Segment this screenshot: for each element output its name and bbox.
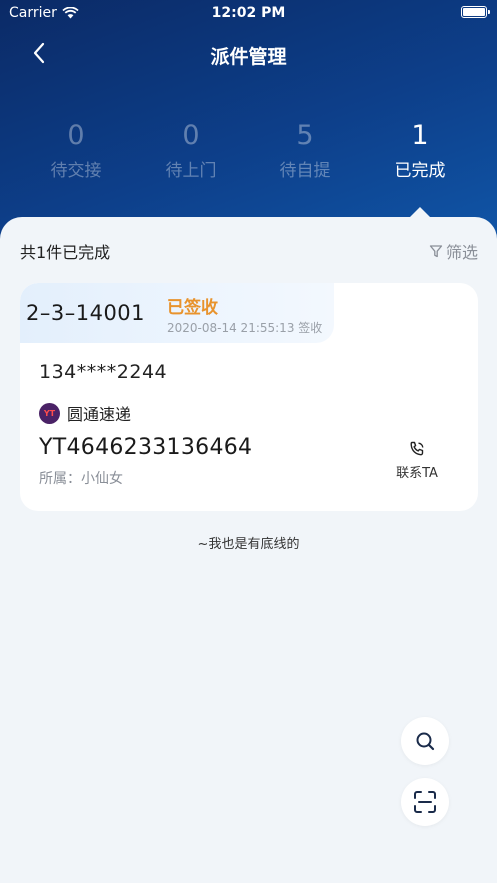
- tab-label: 待自提: [279, 161, 331, 181]
- sign-time: 2020-08-14 21:55:13 签收: [167, 321, 323, 335]
- owner-label: 所属：小仙女: [39, 471, 123, 487]
- filter-label: 筛选: [445, 243, 478, 262]
- tab-label: 已完成: [394, 161, 446, 181]
- search-icon: [416, 732, 435, 751]
- tab-pending-delivery[interactable]: 0 待上门: [136, 118, 246, 181]
- page-title: 派件管理: [210, 46, 287, 68]
- tracking-number: YT4646233136464: [39, 435, 253, 460]
- courier-name: 圆通速递: [67, 405, 132, 424]
- end-of-list-note: ~我也是有底线的: [197, 537, 300, 552]
- tab-pending-pickup[interactable]: 5 待自提: [250, 118, 360, 181]
- scan-button[interactable]: [401, 778, 449, 826]
- search-button[interactable]: [401, 717, 449, 765]
- summary-text: 共1件已完成: [20, 243, 111, 262]
- summary-row: 共1件已完成 筛选: [20, 239, 478, 263]
- tab-count: 0: [182, 120, 200, 151]
- phone-icon: [410, 441, 424, 456]
- contact-label: 联系TA: [396, 466, 438, 481]
- tab-count: 0: [67, 120, 85, 151]
- tab-count: 5: [296, 120, 314, 151]
- tab-label: 待上门: [165, 161, 217, 181]
- status-badge: 已签收: [167, 298, 218, 318]
- tab-pending-handover[interactable]: 0 待交接: [21, 118, 131, 181]
- contact-button[interactable]: 联系TA: [382, 440, 452, 481]
- content-sheet: 共1件已完成 筛选 2–3–14001 已签收 2020-08-14 21:55…: [0, 217, 497, 883]
- room-number: 2–3–14001: [26, 301, 146, 325]
- clock: 12:02 PM: [211, 5, 286, 21]
- status-bar: Carrier 12:02 PM: [0, 0, 497, 26]
- parcel-card[interactable]: 2–3–14001 已签收 2020-08-14 21:55:13 签收 134…: [20, 283, 478, 511]
- parcel-card-header: 2–3–14001 已签收 2020-08-14 21:55:13 签收: [20, 283, 334, 343]
- tab-count: 1: [411, 120, 429, 151]
- tab-label: 待交接: [50, 161, 102, 181]
- courier-info: YT 圆通速递: [39, 401, 131, 425]
- courier-logo-text: YT: [43, 408, 56, 418]
- scan-icon: [414, 791, 436, 813]
- status-tabs: 0 待交接 0 待上门 5 待自提 1 已完成: [0, 118, 497, 188]
- filter-button[interactable]: 筛选: [429, 239, 478, 263]
- courier-logo-icon: YT: [39, 402, 60, 424]
- battery-icon: [461, 6, 490, 18]
- tab-completed[interactable]: 1 已完成: [365, 118, 475, 181]
- active-tab-indicator: [409, 207, 431, 218]
- filter-icon: [429, 245, 443, 258]
- recipient-phone: 134****2244: [39, 361, 168, 383]
